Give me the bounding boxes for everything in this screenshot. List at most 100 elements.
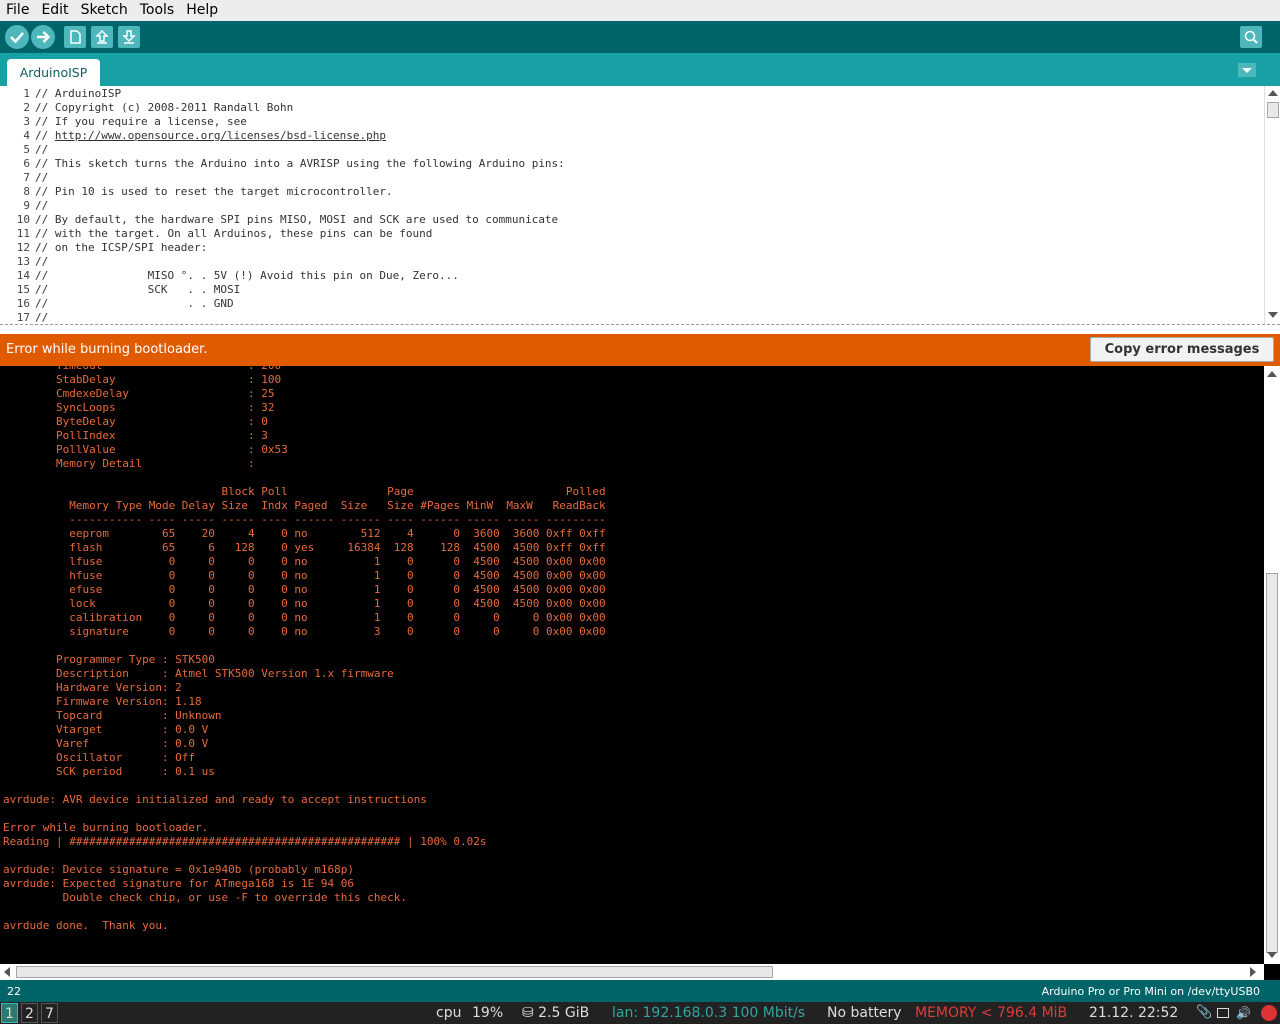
line-number: 1 [23, 87, 30, 100]
clock: 21.12. 22:52 [1089, 1005, 1179, 1021]
menu-edit[interactable]: Edit [35, 0, 74, 21]
save-icon[interactable] [118, 26, 140, 48]
console-line: SCK period : 0.1 us [3, 765, 215, 778]
console-line: calibration 0 0 0 0 no 1 0 0 0 0 0x00 0x… [3, 611, 606, 624]
console-line: Programmer Type : STK500 [3, 653, 215, 666]
console-line: ----------- ---- ----- ----- ---- ------… [3, 513, 606, 526]
workspace-1[interactable]: 1 [1, 1003, 18, 1023]
tab-bar: ArduinoISP [0, 53, 1280, 86]
memory-status: MEMORY < 796.4 MiB [915, 1005, 1068, 1021]
horizontal-scroll-thumb[interactable] [16, 966, 773, 978]
code-line[interactable]: // Pin 10 is used to reset the target mi… [35, 185, 393, 199]
line-number: 4 [23, 129, 30, 142]
cpu-label: cpu [436, 1005, 462, 1021]
scroll-left-icon[interactable] [4, 967, 10, 977]
editor-scroll-thumb[interactable] [1267, 102, 1279, 118]
line-number: 8 [23, 185, 30, 198]
console-line: Hardware Version: 2 [3, 681, 182, 694]
menu-file[interactable]: File [0, 0, 35, 21]
console-horizontal-scrollbar[interactable] [0, 964, 1264, 980]
code-line[interactable]: // By default, the hardware SPI pins MIS… [35, 213, 558, 227]
workspace-2[interactable]: 2 [21, 1003, 38, 1023]
code-line[interactable]: // ArduinoISP [35, 87, 121, 101]
console-line: Error while burning bootloader. [3, 821, 209, 834]
console-line: Reading | ##############################… [3, 835, 487, 848]
code-line[interactable]: // [35, 199, 48, 213]
code-line[interactable]: // [35, 143, 48, 157]
license-link[interactable]: http://www.opensource.org/licenses/bsd-l… [55, 129, 386, 142]
menu-sketch[interactable]: Sketch [75, 0, 134, 21]
console-output[interactable]: Timeout : 200 StabDelay : 100 CmdexeDela… [0, 366, 1264, 964]
scroll-up-icon[interactable] [1268, 90, 1278, 96]
open-icon[interactable] [91, 26, 113, 48]
paperclip-icon[interactable]: 📎 [1196, 1004, 1212, 1022]
code-line[interactable]: // [35, 171, 48, 185]
code-line[interactable]: // If you require a license, see [35, 115, 247, 129]
error-bar: Error while burning bootloader. Copy err… [0, 334, 1280, 366]
code-line[interactable]: // SCK . . MOSI [35, 283, 240, 297]
console-line: avrdude done. Thank you. [3, 919, 169, 932]
code-line[interactable]: // [35, 311, 48, 324]
console-line: Memory Detail : [3, 457, 255, 470]
console-line: Vtarget : 0.0 V [3, 723, 209, 736]
line-number: 16 [16, 297, 30, 310]
code-editor[interactable]: 1 2 3 4 5 6 7 8 9 10 11 12 13 14 15 16 17 // ArduinoISP /… [0, 86, 1264, 324]
console-line: Double check chip, or use -F to override… [3, 891, 407, 904]
scroll-right-icon[interactable] [1250, 967, 1256, 977]
console-line: efuse 0 0 0 0 no 1 0 0 4500 4500 0x00 0x… [3, 583, 606, 596]
scroll-up-icon[interactable] [1267, 371, 1277, 377]
scroll-down-icon[interactable] [1267, 952, 1277, 958]
console-line: Varef : 0.0 V [3, 737, 209, 750]
console-line: CmdexeDelay : 25 [3, 387, 275, 400]
console-scrollbar[interactable] [1264, 366, 1280, 964]
editor-scrollbar[interactable] [1264, 86, 1280, 324]
line-number: 13 [16, 255, 30, 268]
menu-help[interactable]: Help [180, 0, 224, 21]
code-line[interactable]: // This sketch turns the Arduino into a … [35, 157, 565, 171]
menu-tools[interactable]: Tools [134, 0, 181, 21]
console-line: hfuse 0 0 0 0 no 1 0 0 4500 4500 0x00 0x… [3, 569, 606, 582]
console-line: eeprom 65 20 4 0 no 512 4 0 3600 3600 0x… [3, 527, 606, 540]
line-number: 3 [23, 115, 30, 128]
splitter[interactable] [0, 324, 1280, 334]
code-line[interactable]: // Copyright (c) 2008-2011 Randall Bohn [35, 101, 293, 115]
tab-arduinoisp[interactable]: ArduinoISP [7, 59, 100, 86]
lan-status: lan: 192.168.0.3 100 Mbit/s [612, 1005, 806, 1021]
update-notifier-icon[interactable] [1261, 1005, 1277, 1021]
line-number: 15 [16, 283, 30, 296]
toolbar [0, 21, 1280, 53]
console-line: lfuse 0 0 0 0 no 1 0 0 4500 4500 0x00 0x… [3, 555, 606, 568]
copy-error-messages-button[interactable]: Copy error messages [1090, 337, 1274, 362]
code-line[interactable]: // http://www.opensource.org/licenses/bs… [35, 129, 386, 143]
console-line: flash 65 6 128 0 yes 16384 128 128 4500 … [3, 541, 606, 554]
board-port-label: Arduino Pro or Pro Mini on /dev/ttyUSB0 [1041, 985, 1260, 998]
status-bar: 22 Arduino Pro or Pro Mini on /dev/ttyUS… [0, 980, 1280, 1002]
console-line: Block Poll Page Polled [3, 485, 606, 498]
cpu-value: 19% [472, 1005, 504, 1021]
display-icon[interactable] [1217, 1008, 1229, 1018]
console-line: Memory Type Mode Delay Size Indx Paged S… [3, 499, 606, 512]
verify-icon[interactable] [5, 25, 29, 49]
workspace-7[interactable]: 7 [41, 1003, 58, 1023]
code-line[interactable]: // [35, 255, 48, 269]
console-scroll-thumb[interactable] [1266, 573, 1278, 953]
new-icon[interactable] [64, 26, 86, 48]
menu-bar: File Edit Sketch Tools Help [0, 0, 1280, 21]
upload-icon[interactable] [31, 25, 55, 49]
line-number: 10 [16, 213, 30, 226]
line-number-gutter: 1 2 3 4 5 6 7 8 9 10 11 12 13 14 15 16 17 [0, 86, 34, 324]
code-line[interactable]: // with the target. On all Arduinos, the… [35, 227, 432, 241]
console-line: Firmware Version: 1.18 [3, 695, 202, 708]
code-line[interactable]: // on the ICSP/SPI header: [35, 241, 207, 255]
current-line-number: 22 [7, 985, 21, 998]
code-line[interactable]: // MISO °. . 5V (!) Avoid this pin on Du… [35, 269, 459, 283]
system-taskbar: 1 2 7 cpu 19% ⛁ 2.5 GiB lan: 192.168.0.3… [0, 1002, 1280, 1024]
console-line: Description : Atmel STK500 Version 1.x f… [3, 667, 394, 680]
tab-menu-chevron-down-icon[interactable] [1238, 63, 1256, 77]
line-number: 14 [16, 269, 30, 282]
volume-icon[interactable]: 🔊 [1236, 1004, 1251, 1022]
serial-monitor-icon[interactable] [1240, 26, 1262, 48]
line-number: 7 [23, 171, 30, 184]
scroll-down-icon[interactable] [1268, 312, 1278, 318]
code-line[interactable]: // . . GND [35, 297, 234, 311]
